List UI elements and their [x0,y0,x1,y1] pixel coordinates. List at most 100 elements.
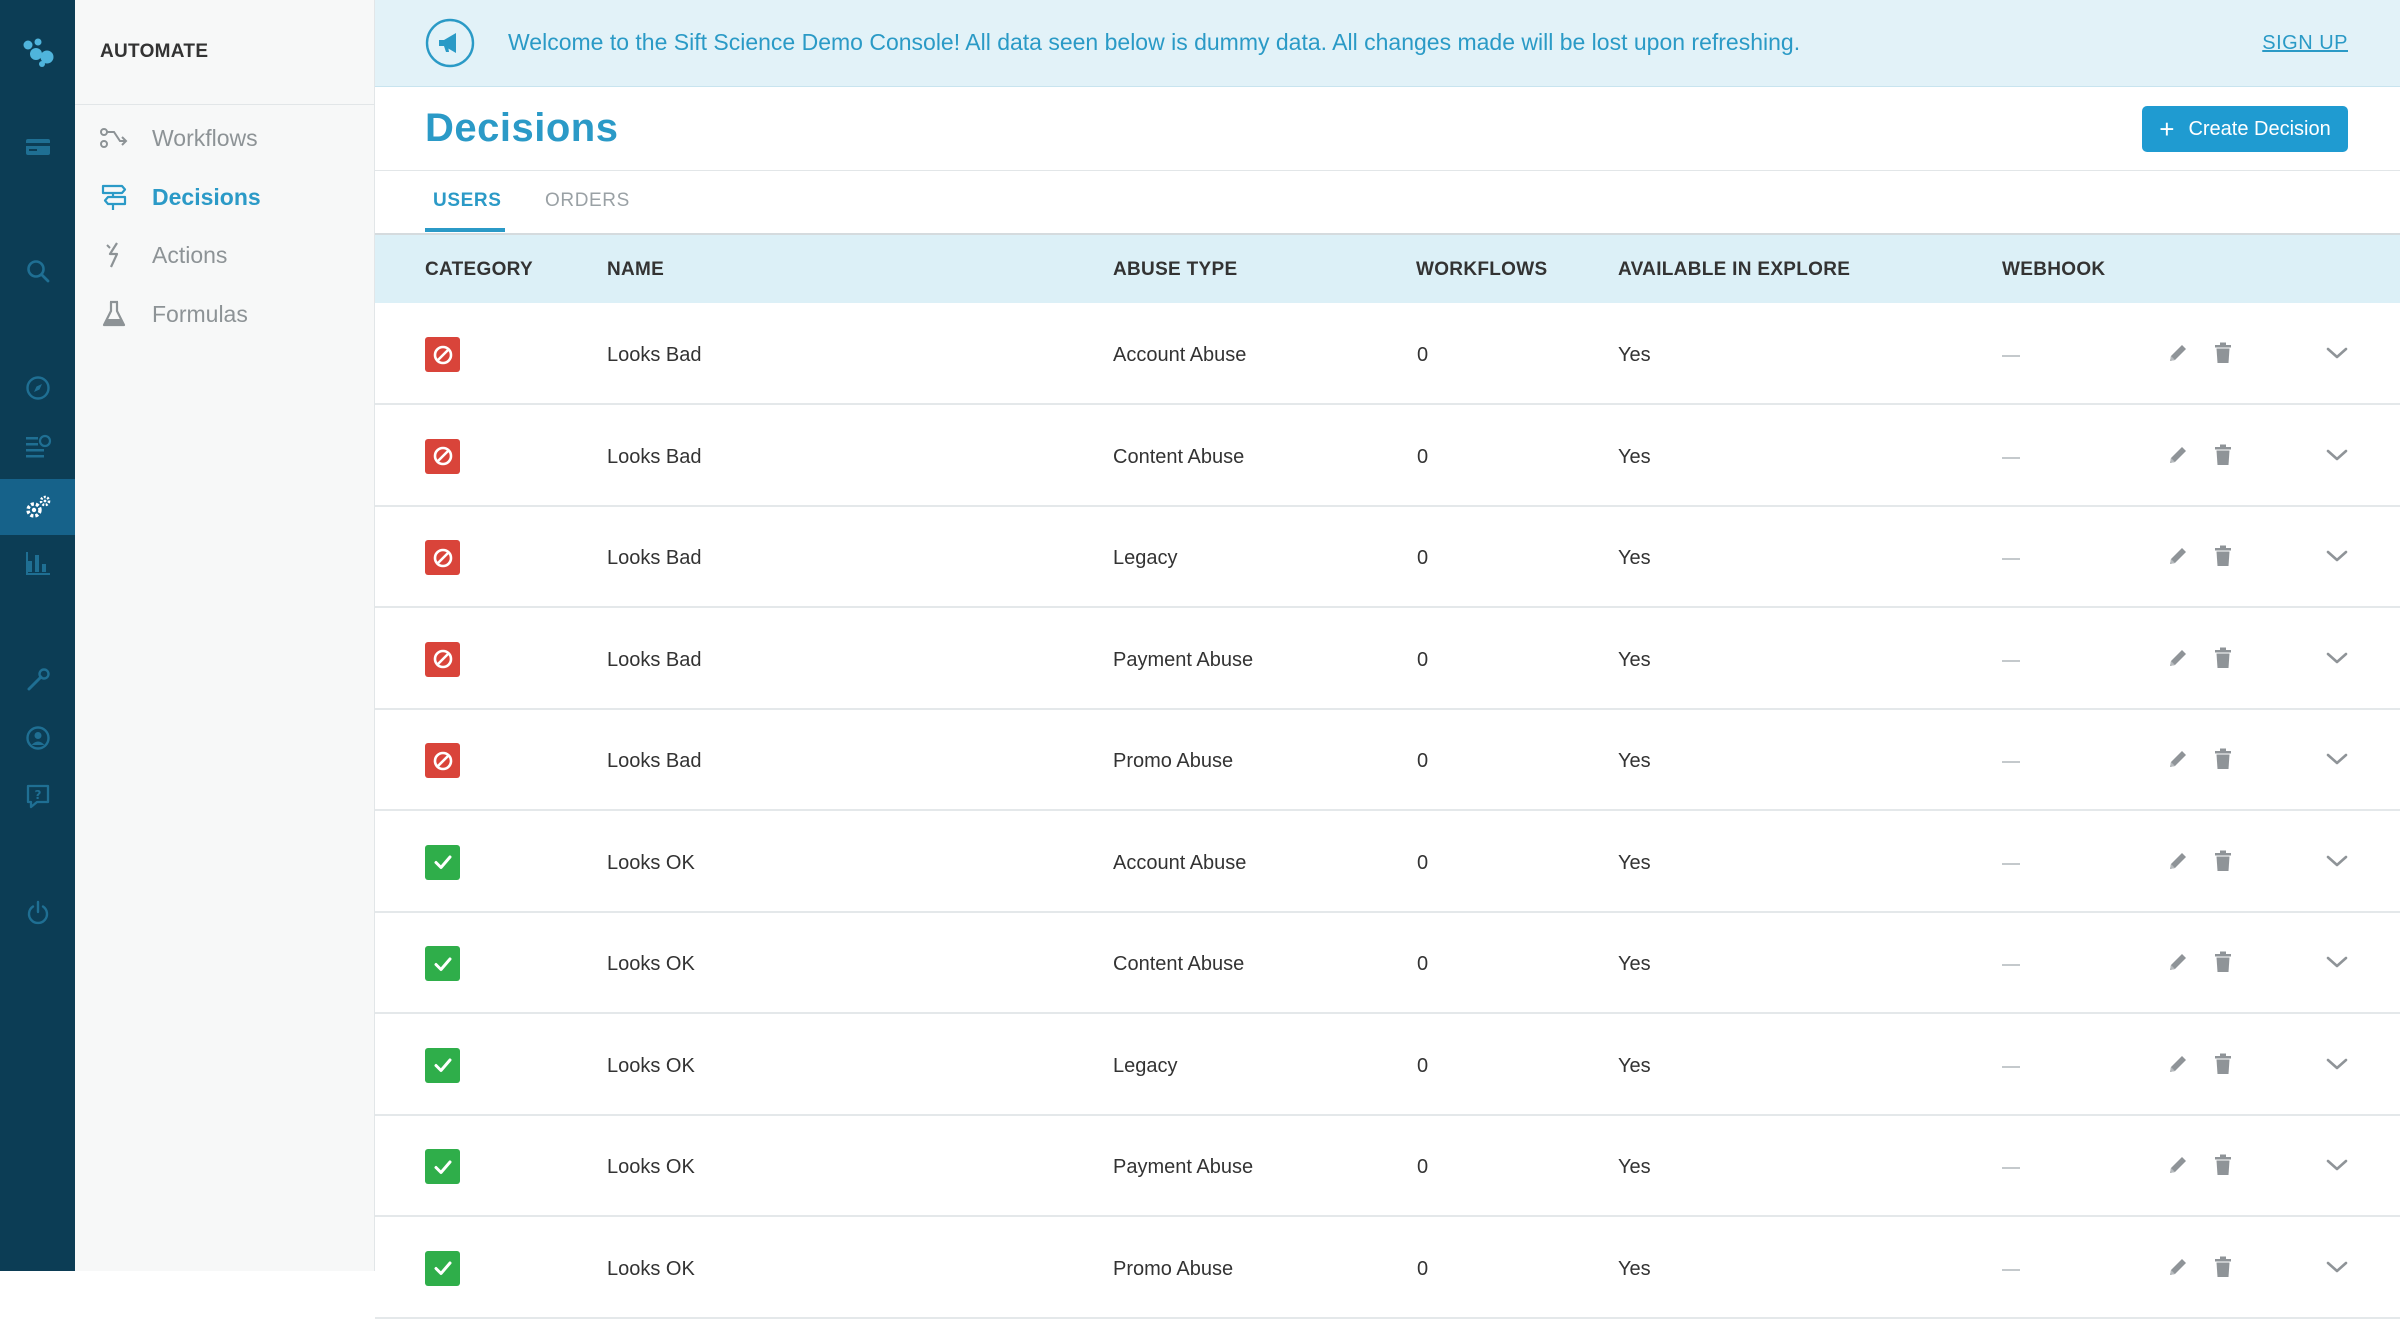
sift-logo-icon[interactable] [0,27,75,77]
column-header-available-in-explore[interactable]: AVAILABLE IN EXPLORE [1618,259,1850,281]
chevron-down-icon[interactable] [2323,1050,2351,1078]
chevron-down-icon[interactable] [2323,542,2351,570]
decision-name: Looks Bad [607,547,702,569]
wrench-icon[interactable] [0,655,75,705]
create-decision-button[interactable]: + Create Decision [2142,106,2348,152]
sidebar-item-actions[interactable]: Actions [75,230,375,280]
trash-icon[interactable] [2209,339,2237,367]
card-icon[interactable] [0,122,75,172]
compass-icon[interactable] [0,363,75,413]
webhook-empty-dash [2002,456,2020,459]
trash-icon[interactable] [2209,1253,2237,1281]
chevron-down-icon[interactable] [2323,441,2351,469]
sidebar-item-label: Decisions [152,183,261,210]
settings-icon[interactable] [0,479,75,535]
trash-icon[interactable] [2209,542,2237,570]
edit-icon[interactable] [2164,1253,2192,1281]
edit-icon[interactable] [2164,441,2192,469]
webhook-empty-dash [2002,558,2020,560]
edit-icon[interactable] [2164,542,2192,570]
trash-icon[interactable] [2209,1151,2237,1179]
chevron-down-icon[interactable] [2323,339,2351,367]
chevron-down-icon[interactable] [2323,1253,2351,1281]
column-header-abuse-type[interactable]: ABUSE TYPE [1113,259,1237,281]
block-category-icon [425,337,460,372]
edit-icon[interactable] [2164,847,2192,875]
edit-icon[interactable] [2164,339,2192,367]
workflows-count: 0 [1417,953,1429,975]
sign-up-link[interactable]: SIGN UP [2262,32,2348,55]
sidebar-section-title: AUTOMATE [100,41,209,62]
trash-icon[interactable] [2209,745,2237,773]
table-row[interactable]: Looks Bad Promo Abuse 0 Yes [375,709,2400,811]
tab-users[interactable]: USERS [433,190,501,212]
edit-icon[interactable] [2164,1151,2192,1179]
create-decision-label: Create Decision [2188,117,2331,140]
block-category-icon [425,641,460,677]
chevron-down-icon[interactable] [2323,1151,2351,1179]
plus-icon: + [2159,114,2175,144]
user-icon[interactable] [0,713,75,763]
decision-name: Looks Bad [607,445,702,468]
abuse-type: Promo Abuse [1113,1257,1234,1280]
table-row[interactable]: Looks OK Legacy 0 Yes [375,1014,2400,1116]
abuse-type: Promo Abuse [1113,750,1234,772]
bar-chart-icon[interactable] [0,538,75,588]
demo-banner: Welcome to the Sift Science Demo Console… [375,0,2400,87]
column-header-workflows[interactable]: WORKFLOWS [1416,259,1547,281]
edit-icon[interactable] [2164,948,2192,976]
chevron-down-icon[interactable] [2323,948,2351,976]
sidebar-item-workflows[interactable]: Workflows [75,113,375,163]
edit-icon[interactable] [2164,644,2192,672]
trash-icon[interactable] [2209,948,2237,976]
chevron-down-icon[interactable] [2323,745,2351,773]
workflows-count: 0 [1417,1257,1429,1280]
help-icon[interactable]: ? [0,771,75,821]
column-header-category[interactable]: CATEGORY [425,259,533,281]
trash-icon[interactable] [2209,1050,2237,1078]
trash-icon[interactable] [2209,441,2237,469]
accept-category-icon [425,1149,460,1184]
sidebar-header: AUTOMATE [75,0,374,105]
active-tab-indicator [425,228,505,232]
abuse-type: Account Abuse [1113,344,1247,366]
tab-orders[interactable]: ORDERS [545,190,630,212]
edit-icon[interactable] [2164,1050,2192,1078]
chevron-down-icon[interactable] [2323,847,2351,875]
table-row[interactable]: Looks Bad Account Abuse 0 Yes [375,303,2400,405]
automate-sidebar: AUTOMATE Workflows Decisions Actions For… [75,0,375,1271]
column-header-webhook[interactable]: WEBHOOK [2002,259,2105,281]
trash-icon[interactable] [2209,644,2237,672]
available-in-explore: Yes [1618,953,1651,975]
decision-name: Looks OK [607,1054,695,1077]
column-header-name[interactable]: NAME [607,259,664,281]
table-row[interactable]: Looks Bad Payment Abuse 0 Yes [375,608,2400,710]
sidebar-item-decisions[interactable]: Decisions [75,172,375,222]
table-row[interactable]: Looks OK Account Abuse 0 Yes [375,811,2400,913]
megaphone-icon [425,18,475,68]
table-header: CATEGORY NAME ABUSE TYPE WORKFLOWS AVAIL… [375,235,2400,303]
chevron-down-icon[interactable] [2323,644,2351,672]
table-row[interactable]: Looks Bad Legacy 0 Yes [375,506,2400,608]
trash-icon[interactable] [2209,847,2237,875]
table-row[interactable]: Looks Bad Content Abuse 0 Yes [375,405,2400,507]
workflows-count: 0 [1417,445,1429,468]
decision-name: Looks OK [607,953,695,975]
table-row[interactable]: Looks OK Promo Abuse 0 Yes [375,1217,2400,1319]
list-icon[interactable] [0,421,75,471]
webhook-empty-dash [2002,355,2020,357]
table-row[interactable]: Looks OK Content Abuse 0 Yes [375,912,2400,1014]
available-in-explore: Yes [1618,445,1651,468]
webhook-empty-dash [2002,862,2020,865]
search-icon[interactable] [0,246,75,296]
decision-name: Looks Bad [607,750,702,772]
power-icon[interactable] [0,888,75,938]
sidebar-item-formulas[interactable]: Formulas [75,289,375,339]
table-row[interactable]: Looks OK Payment Abuse 0 Yes [375,1115,2400,1217]
flask-icon [100,300,128,328]
edit-icon[interactable] [2164,745,2192,773]
sidebar-item-label: Actions [152,241,228,268]
abuse-type: Account Abuse [1113,851,1247,874]
abuse-type: Payment Abuse [1113,1156,1254,1178]
available-in-explore: Yes [1618,851,1651,874]
